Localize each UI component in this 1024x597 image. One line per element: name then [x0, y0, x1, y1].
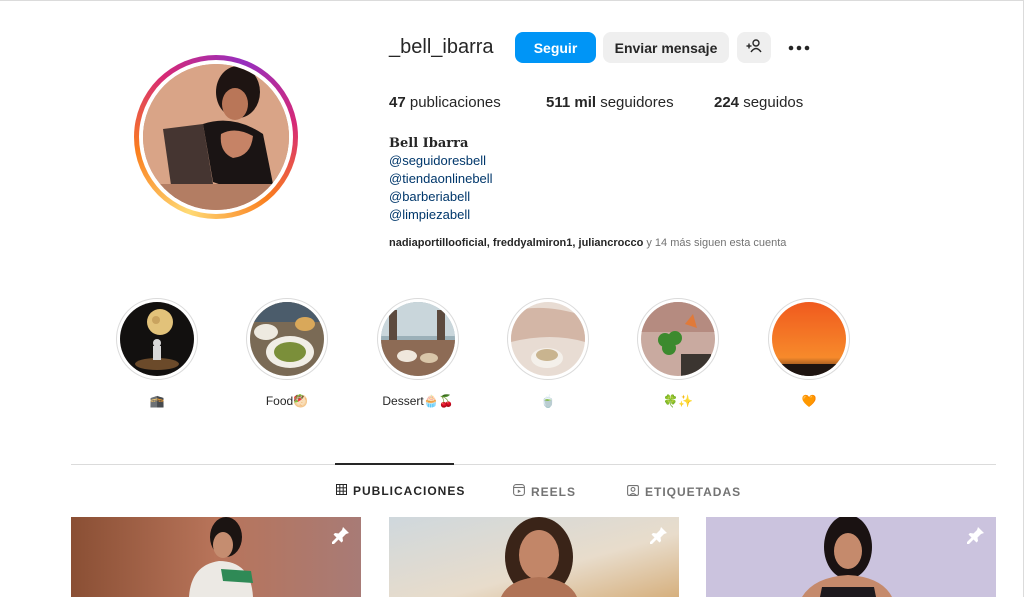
post-image	[389, 517, 679, 597]
clover-icon	[641, 302, 715, 376]
add-user-icon	[746, 39, 762, 56]
post-thumbnail[interactable]	[389, 517, 679, 597]
top-border	[0, 0, 1024, 1]
follow-button[interactable]: Seguir	[515, 32, 596, 63]
food-plates-icon	[250, 302, 324, 376]
followed-by-text[interactable]: nadiaportillooficial, freddyalmiron1, ju…	[389, 237, 786, 249]
profile-full-name: Bell Ibarra	[389, 136, 469, 151]
pinned-icon	[331, 525, 351, 550]
tea-cup-icon	[511, 302, 585, 376]
story-highlight[interactable]	[116, 298, 198, 380]
bio-mention-link[interactable]: @seguidoresbell	[389, 153, 486, 168]
send-message-button[interactable]: Enviar mensaje	[603, 32, 729, 63]
post-image	[71, 517, 361, 597]
tab-reels[interactable]: REELS	[513, 484, 576, 499]
tab-etiquetadas[interactable]: ETIQUETADAS	[627, 484, 741, 499]
highlight-label: 🍀✨	[663, 394, 693, 408]
post-thumbnail[interactable]	[71, 517, 361, 597]
highlight-label: 🧡	[801, 394, 817, 408]
bio-mention-link[interactable]: @barberiabell	[389, 189, 470, 204]
tab-publicaciones[interactable]: PUBLICACIONES	[336, 484, 465, 498]
suggested-users-button[interactable]	[737, 32, 771, 63]
highlight-label: Food🥙	[265, 394, 309, 408]
following-stat[interactable]: 224 seguidos	[714, 94, 803, 111]
reels-icon	[513, 484, 525, 499]
pinned-icon	[649, 525, 669, 550]
grid-icon	[336, 484, 347, 498]
tagged-icon	[627, 484, 639, 499]
story-highlight[interactable]	[246, 298, 328, 380]
story-highlight[interactable]	[507, 298, 589, 380]
pinned-icon	[966, 525, 986, 550]
story-highlight[interactable]	[637, 298, 719, 380]
story-highlight[interactable]	[377, 298, 459, 380]
story-highlight[interactable]	[768, 298, 850, 380]
sunset-icon	[772, 302, 846, 376]
profile-avatar[interactable]	[134, 55, 298, 219]
dessert-table-icon	[381, 302, 455, 376]
highlight-label: 🕋	[149, 394, 165, 408]
more-icon	[788, 38, 810, 56]
moon-scene-icon	[120, 302, 194, 376]
bio-mention-link[interactable]: @limpiezabell	[389, 207, 470, 222]
profile-username: _bell_ibarra	[389, 36, 494, 58]
tabs-divider	[71, 464, 996, 465]
post-thumbnail[interactable]	[706, 517, 996, 597]
highlight-label: Dessert🧁🍒	[382, 394, 454, 408]
bio-mention-link[interactable]: @tiendaonlinebell	[389, 171, 493, 186]
post-image	[706, 517, 996, 597]
more-options-button[interactable]	[786, 36, 812, 58]
posts-stat: 47 publicaciones	[389, 94, 501, 111]
avatar-photo	[143, 64, 289, 210]
active-tab-indicator	[335, 463, 454, 465]
highlight-label: 🍵	[540, 394, 556, 408]
followers-stat[interactable]: 511 mil seguidores	[546, 94, 674, 111]
